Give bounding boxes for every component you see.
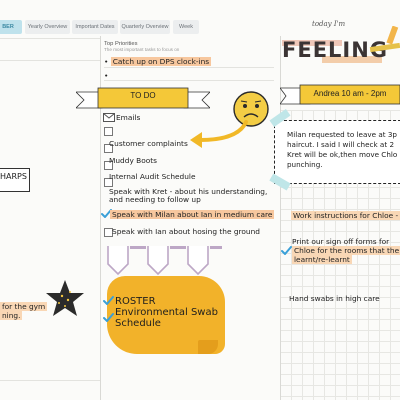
todo-item-emails[interactable]: Emails: [116, 113, 140, 122]
checkmark-icon[interactable]: [281, 246, 292, 255]
envelope-icon: [103, 113, 115, 122]
top-priorities: Top Priorities The most important tasks …: [104, 41, 274, 52]
priority-item[interactable]: •: [104, 71, 108, 80]
todo-item-continued: and needing to follow up: [109, 195, 201, 204]
today-im-text: today I'm: [312, 20, 346, 28]
sharps-label: HARPS: [0, 172, 27, 181]
star-icon: [46, 280, 84, 316]
todo-item[interactable]: Customer complaints: [109, 139, 188, 148]
checkbox[interactable]: [104, 127, 113, 136]
top-priorities-subtitle: The most important tasks to focus on: [104, 47, 180, 52]
todo-banner-label: TO DO: [130, 91, 156, 100]
priority-text: Catch up on DPS clock-ins: [110, 57, 212, 66]
tab-important-dates[interactable]: Important Dates: [72, 20, 118, 34]
todo-item-checked[interactable]: Speak with Milan about Ian in medium car…: [110, 210, 275, 219]
todo-list: Emails Customer complaints Muddy Boots I…: [101, 111, 278, 246]
todo-item[interactable]: Muddy Boots: [109, 156, 157, 165]
tab-bar: BER Yearly Overview Important Dates Quar…: [0, 20, 230, 36]
roster-note-text[interactable]: ROSTER Environmental Swab Schedule: [115, 296, 218, 329]
gym-note[interactable]: for the gym ning.: [0, 302, 48, 320]
tab-quarterly-overview[interactable]: Quarterly Overview: [120, 20, 170, 34]
feeling-sticker: FEELING: [282, 36, 400, 64]
clip-tabs-sticker: [107, 246, 222, 276]
tab-current-month[interactable]: BER: [0, 20, 22, 34]
hand-swabs-item[interactable]: Hand swabs in high care: [289, 294, 380, 303]
tab-week[interactable]: Week: [173, 20, 199, 34]
note-card-text: Milan requested to leave at 3p haircut. …: [287, 130, 398, 169]
print-forms-item[interactable]: Print our sign off forms for Chloe for t…: [292, 237, 400, 264]
todo-item[interactable]: Speak with Ian about hosing the ground: [112, 227, 260, 236]
checkmark-icon[interactable]: [103, 313, 114, 322]
priority-item[interactable]: • Catch up on DPS clock-ins: [104, 57, 212, 66]
work-instructions-item[interactable]: Work instructions for Chloe -: [291, 211, 400, 220]
todo-item[interactable]: Internal Audit Schedule: [109, 172, 196, 181]
pencil-sticker: [386, 26, 399, 45]
shift-banner-label: Andrea 10 am - 2pm: [313, 89, 387, 98]
tab-yearly-overview[interactable]: Yearly Overview: [25, 20, 70, 34]
checkmark-icon[interactable]: [103, 296, 114, 305]
